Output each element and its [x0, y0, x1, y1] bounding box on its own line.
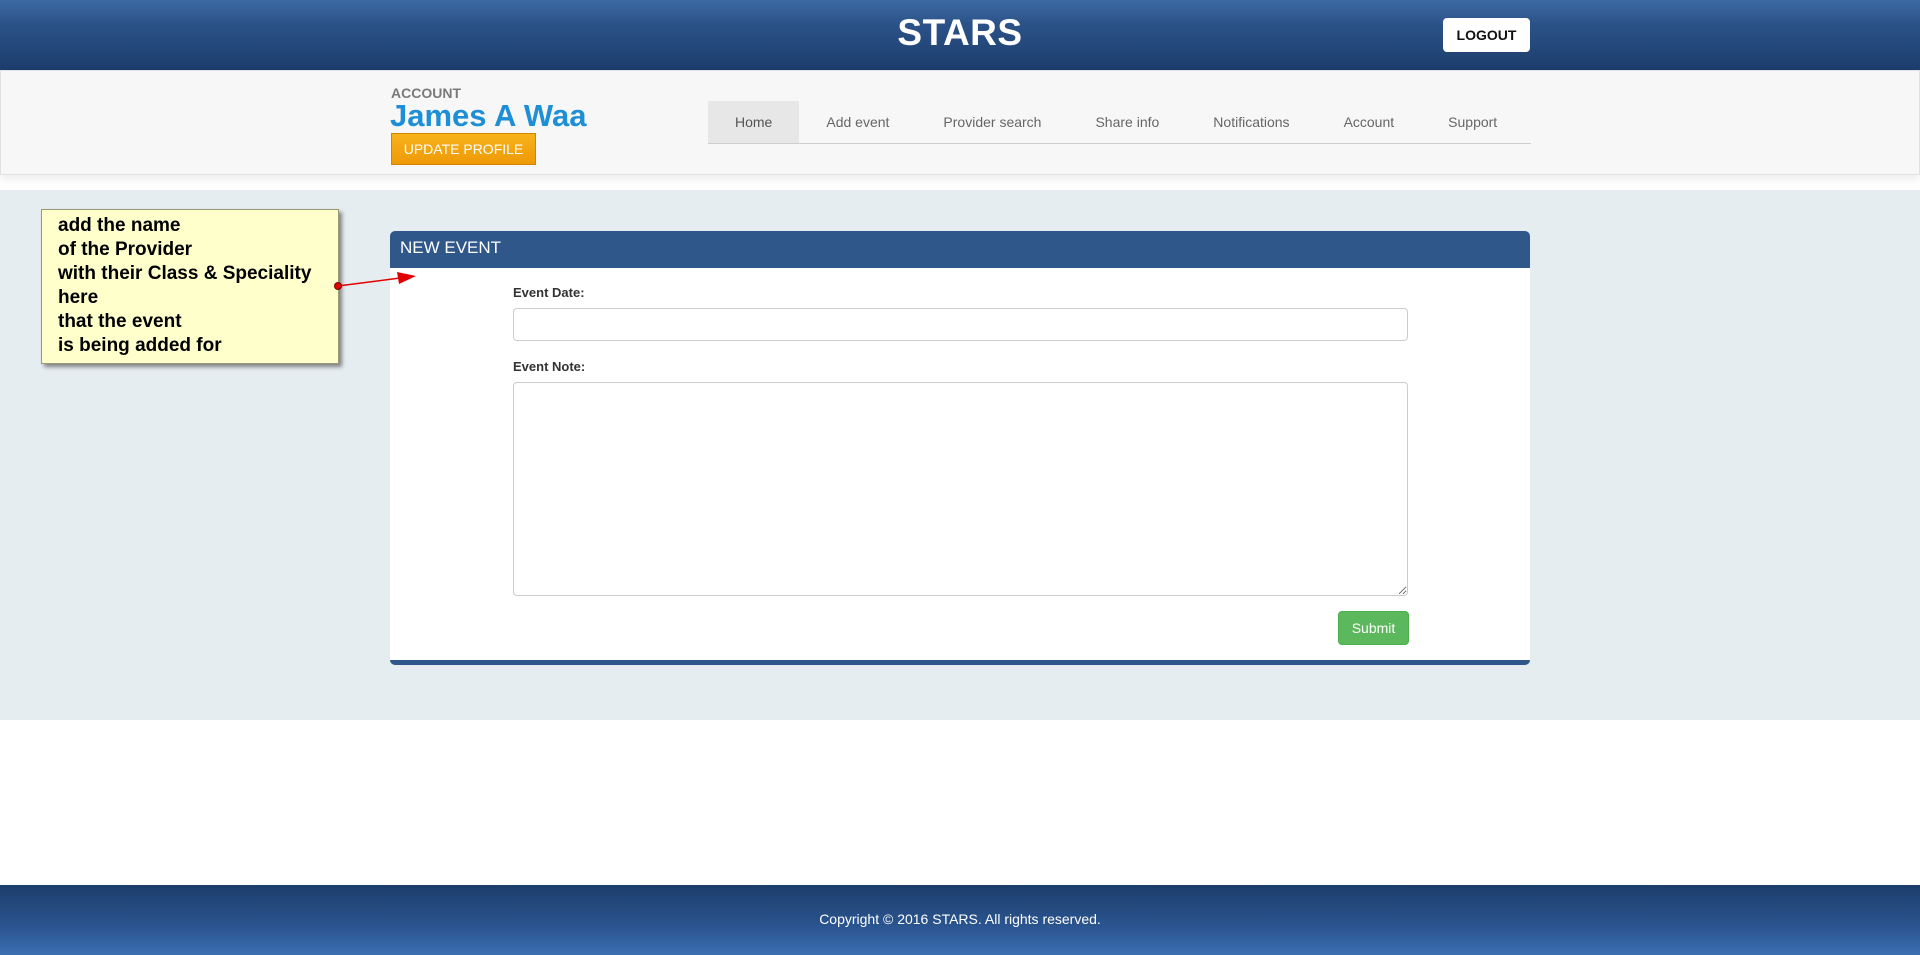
submit-button[interactable]: Submit	[1338, 611, 1409, 645]
footer: Copyright © 2016 STARS. All rights reser…	[0, 885, 1920, 955]
app-title: STARS	[897, 12, 1023, 53]
annotation-line: here	[58, 287, 99, 308]
logout-button[interactable]: LOGOUT	[1443, 18, 1530, 52]
nav-item-support[interactable]: Support	[1421, 101, 1524, 143]
top-header: STARS LOGOUT	[0, 0, 1920, 70]
event-note-label: Event Note:	[513, 359, 586, 374]
new-event-panel: NEW EVENT Event Date: Event Note: Submit	[390, 231, 1530, 665]
annotation-note: add the name of the Provider with their …	[41, 209, 339, 364]
nav-item-home[interactable]: Home	[708, 101, 800, 143]
account-nav-bar: ACCOUNT James A Waa UPDATE PROFILE Home …	[0, 70, 1920, 175]
account-name: James A Waa	[390, 98, 587, 133]
annotation-line: is being added for	[58, 335, 222, 356]
nav-item-notifications[interactable]: Notifications	[1186, 101, 1316, 143]
main-nav: Home Add event Provider search Share inf…	[708, 101, 1531, 144]
copyright-text: Copyright © 2016 STARS. All rights reser…	[819, 911, 1101, 927]
event-date-input[interactable]	[513, 308, 1408, 341]
event-date-label: Event Date:	[513, 285, 585, 300]
panel-title: NEW EVENT	[390, 231, 1530, 268]
nav-item-add-event[interactable]: Add event	[799, 101, 916, 143]
nav-item-share-info[interactable]: Share info	[1068, 101, 1186, 143]
annotation-line: add the name	[58, 215, 181, 236]
nav-item-account[interactable]: Account	[1317, 101, 1422, 143]
event-note-textarea[interactable]	[513, 382, 1408, 596]
annotation-line: with their Class & Speciality	[58, 263, 312, 284]
nav-item-provider-search[interactable]: Provider search	[916, 101, 1068, 143]
annotation-line: that the event	[58, 311, 182, 332]
annotation-line: of the Provider	[58, 239, 193, 260]
update-profile-button[interactable]: UPDATE PROFILE	[391, 133, 536, 165]
